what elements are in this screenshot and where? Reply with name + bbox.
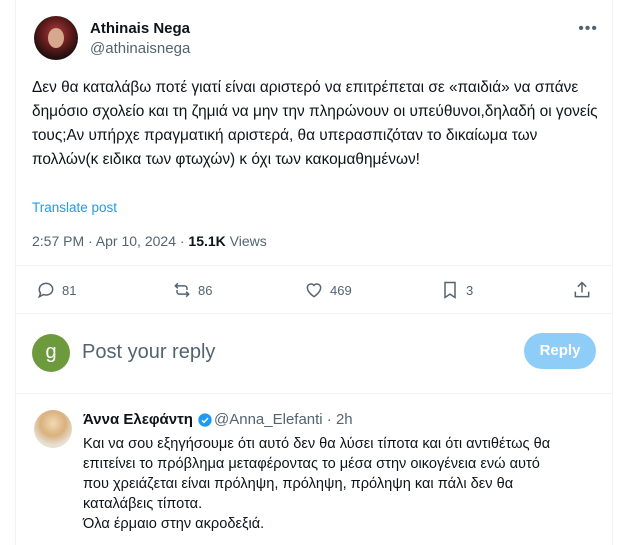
reply-button[interactable]: Reply <box>524 333 596 369</box>
like-action[interactable]: 469 <box>304 280 352 300</box>
tweet-detail-panel: Athinais Nega @athinaisnega ••• Δεν θα κ… <box>15 0 613 545</box>
bookmark-icon <box>444 281 456 299</box>
reply-count: 81 <box>62 282 77 298</box>
reply-author-name[interactable]: Άννα Ελεφάντη <box>83 411 193 428</box>
views-label: Views <box>225 233 267 249</box>
repost-action[interactable]: 86 <box>172 280 212 300</box>
views-count: 15.1K <box>188 233 226 249</box>
reply-text-line: καταλάβεις τίποτα. <box>83 496 203 512</box>
reply-author-handle[interactable]: @Anna_Elefanti · 2h <box>214 411 353 428</box>
like-count: 469 <box>330 282 352 298</box>
bookmark-action[interactable]: 3 <box>440 280 473 300</box>
reply-author-name-wrap[interactable]: Άννα Ελεφάντη <box>83 411 213 428</box>
author-avatar[interactable] <box>34 16 78 60</box>
tweet-meta: 2:57 PM · Apr 10, 2024 · 15.1K Views <box>32 233 267 249</box>
repost-count: 86 <box>198 282 213 298</box>
bookmark-count: 3 <box>466 282 474 298</box>
reply-text-line: που χρειάζεται είναι πρόληψη, πρόληψη, π… <box>83 476 514 492</box>
share-action[interactable] <box>572 280 592 300</box>
reply-text-line: Και να σου εξηγήσουμε ότι αυτό δεν θα λύ… <box>83 436 551 452</box>
reply-text: Και να σου εξηγήσουμε ότι αυτό δεν θα λύ… <box>83 434 603 534</box>
more-options-icon[interactable]: ••• <box>578 20 598 38</box>
repost-icon <box>174 282 190 298</box>
reply-action[interactable]: 81 <box>36 280 76 300</box>
translate-post-link[interactable]: Translate post <box>32 200 117 215</box>
tweet-text: Δεν θα καταλάβω ποτέ γιατί είναι αριστερ… <box>32 79 598 168</box>
user-avatar[interactable]: g <box>32 334 70 372</box>
reply-icon <box>37 282 54 299</box>
verified-badge-icon <box>198 412 212 427</box>
divider <box>16 313 612 314</box>
author-name[interactable]: Athinais Nega <box>90 20 190 37</box>
tweet-timestamp[interactable]: 2:57 PM · Apr 10, 2024 · <box>32 233 188 249</box>
author-handle[interactable]: @athinaisnega <box>90 40 190 57</box>
reply-author-avatar[interactable] <box>34 410 72 448</box>
reply-input[interactable]: Post your reply <box>82 341 215 364</box>
divider <box>16 265 612 266</box>
reply-text-line: επιτείνει το πρόβλημα μεταφέροντας το μέ… <box>83 456 540 472</box>
heart-icon <box>306 283 322 298</box>
reply-text-line: Όλα έρμαιο στην ακροδεξιά. <box>83 516 265 532</box>
divider <box>16 393 612 394</box>
share-icon <box>574 281 590 298</box>
